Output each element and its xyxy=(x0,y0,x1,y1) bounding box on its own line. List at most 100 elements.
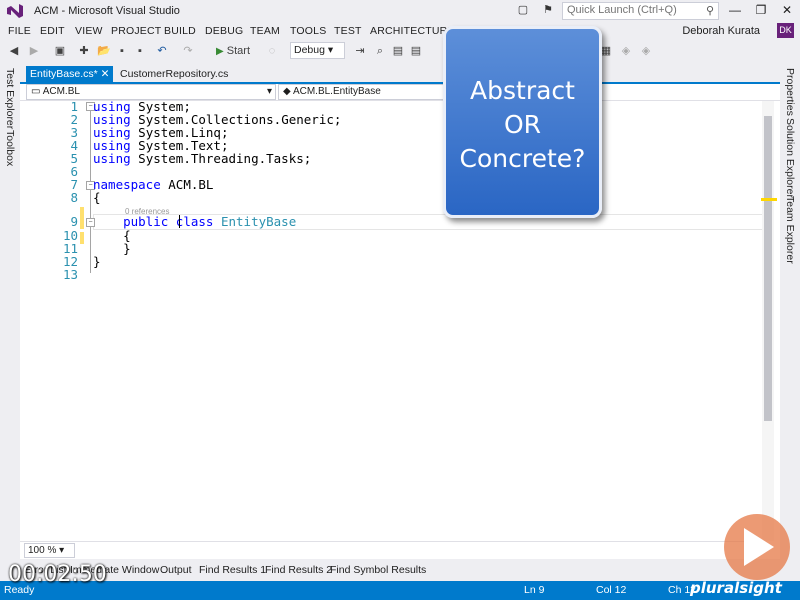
play-button[interactable] xyxy=(724,514,790,580)
menu-test[interactable]: TEST xyxy=(334,25,362,37)
menu-team[interactable]: TEAM xyxy=(250,25,280,37)
team-explorer-tab[interactable]: Team Explorer xyxy=(784,196,796,264)
forward-icon[interactable]: ▶ xyxy=(26,43,42,59)
properties-tab[interactable]: Properties xyxy=(784,68,796,116)
code-line[interactable]: using System.Threading.Tasks; xyxy=(93,151,311,166)
keyword-token: class xyxy=(175,214,214,229)
text-caret xyxy=(179,215,180,228)
prev-bookmark-icon[interactable]: ◈ xyxy=(618,43,634,59)
tab-find-results-1[interactable]: Find Results 1 xyxy=(199,564,266,576)
tab-label: EntityBase.cs* xyxy=(30,68,98,80)
editor-footer xyxy=(20,541,760,560)
project-dropdown[interactable]: ▭ ACM.BL ▾ xyxy=(26,84,276,100)
video-timestamp: 00:02:50 xyxy=(8,562,107,587)
notifications-flag-icon[interactable]: ⚑ xyxy=(540,3,556,17)
menu-project[interactable]: PROJECT xyxy=(111,25,161,37)
configuration-value: Debug xyxy=(294,44,325,56)
csharp-project-icon: ▭ xyxy=(31,86,41,97)
right-tool-rail: Properties Solution Explorer Team Explor… xyxy=(780,62,800,582)
tab-output[interactable]: Output xyxy=(160,564,192,576)
test-explorer-tab[interactable]: Test Explorer xyxy=(4,68,16,129)
search-icon[interactable]: ⚲ xyxy=(706,4,714,17)
tab-find-results-2[interactable]: Find Results 2 xyxy=(265,564,332,576)
configuration-select[interactable]: Debug ▾ xyxy=(290,42,345,59)
menu-tools[interactable]: TOOLS xyxy=(290,25,326,37)
bottom-tool-tabs: Error List Immediate Window Output Find … xyxy=(0,559,800,581)
window-title: ACM - Microsoft Visual Studio xyxy=(34,5,180,17)
close-tab-icon[interactable]: ✕ xyxy=(101,68,110,80)
code-editor[interactable] xyxy=(20,101,760,541)
keyword-token: namespace xyxy=(93,177,161,192)
uncomment-icon[interactable]: ▤ xyxy=(408,43,424,59)
quick-launch-input[interactable] xyxy=(563,3,701,17)
feedback-icon[interactable]: ▢ xyxy=(515,3,531,17)
status-line: Ln 9 xyxy=(524,584,545,596)
solution-icon[interactable]: ▣ xyxy=(52,43,68,59)
zoom-dropdown[interactable]: 100 % ▾ xyxy=(24,543,75,558)
visual-studio-logo-icon xyxy=(7,4,23,18)
project-value: ACM.BL xyxy=(42,86,80,97)
code-token: . xyxy=(258,151,267,166)
outlining-guide xyxy=(90,108,91,273)
menu-edit[interactable]: EDIT xyxy=(40,25,65,37)
type-value: ACM.BL.EntityBase xyxy=(292,86,381,97)
line-number: 13 xyxy=(62,267,78,282)
code-token: Tasks xyxy=(266,151,304,166)
minimize-button[interactable]: — xyxy=(726,2,744,18)
menu-file[interactable]: FILE xyxy=(8,25,31,37)
attach-icon[interactable]: ◌ xyxy=(264,43,280,59)
undo-icon[interactable]: ↶ xyxy=(154,43,170,59)
tab-find-symbol-results[interactable]: Find Symbol Results xyxy=(330,564,426,576)
save-all-icon[interactable]: ▪ xyxy=(132,43,148,59)
step-icon[interactable]: ⇥ xyxy=(352,43,368,59)
standard-toolbar: ◀ ▶ ▣ ✚ 📂 ▪ ▪ ↶ ↷ ▶ Start ◌ Debug ▾ ⇥ ⌕ … xyxy=(0,40,800,63)
menu-debug[interactable]: DEBUG xyxy=(205,25,243,37)
menu-view[interactable]: VIEW xyxy=(75,25,103,37)
status-bar: Ready Ln 9 Col 12 Ch 12 xyxy=(0,581,800,600)
code-token: Threading xyxy=(190,151,259,166)
solution-explorer-tab[interactable]: Solution Explorer xyxy=(784,118,796,198)
play-icon: ▶ xyxy=(216,46,224,57)
code-token: Generic xyxy=(281,112,334,127)
left-tool-rail: Test Explorer Toolbox xyxy=(0,62,20,582)
code-token: BL xyxy=(198,177,214,192)
keyword-token: using xyxy=(93,151,131,166)
next-bookmark-icon[interactable]: ◈ xyxy=(638,43,654,59)
new-project-icon[interactable]: ✚ xyxy=(76,43,92,59)
open-file-icon[interactable]: 📂 xyxy=(96,43,112,59)
user-name[interactable]: Deborah Kurata xyxy=(682,25,760,37)
close-button[interactable]: ✕ xyxy=(778,2,796,18)
code-token: . xyxy=(183,151,191,166)
tab-customerrepository[interactable]: CustomerRepository.cs xyxy=(116,66,232,82)
menu-build[interactable]: BUILD xyxy=(164,25,196,37)
redo-icon[interactable]: ↷ xyxy=(180,43,196,59)
type-token: EntityBase xyxy=(220,214,297,229)
code-token: System xyxy=(138,151,184,166)
title-bar: ACM - Microsoft Visual Studio ▢ ⚑ ⚲ — ❐ … xyxy=(0,0,800,22)
callout-line: Abstract xyxy=(470,76,575,105)
restore-button[interactable]: ❐ xyxy=(752,2,770,18)
start-button[interactable]: ▶ Start xyxy=(216,43,260,59)
play-icon xyxy=(744,528,774,566)
code-line[interactable]: public class EntityBase xyxy=(93,214,296,229)
save-icon[interactable]: ▪ xyxy=(114,43,130,59)
scrollbar-thumb[interactable] xyxy=(764,116,772,421)
document-tab-row: EntityBase.cs* ✕ CustomerRepository.cs xyxy=(20,62,780,82)
menu-architecture[interactable]: ARCHITECTURE xyxy=(370,25,455,37)
code-line[interactable]: namespace ACM.BL xyxy=(93,177,213,192)
code-line[interactable]: { xyxy=(93,190,101,205)
back-icon[interactable]: ◀ xyxy=(6,43,22,59)
code-line[interactable]: } xyxy=(93,254,101,269)
find-icon[interactable]: ⌕ xyxy=(372,43,388,59)
comment-icon[interactable]: ▤ xyxy=(390,43,406,59)
quick-launch-box[interactable]: ⚲ xyxy=(562,2,719,20)
type-dropdown[interactable]: ◆ ACM.BL.EntityBase xyxy=(278,84,464,100)
avatar[interactable]: DK xyxy=(777,23,794,38)
code-token: } xyxy=(123,241,131,256)
tab-entitybase[interactable]: EntityBase.cs* ✕ xyxy=(26,66,114,82)
line-number: 9 xyxy=(70,214,78,229)
brand-logo: pluralsight xyxy=(690,579,782,597)
toolbox-tab[interactable]: Toolbox xyxy=(4,130,16,166)
